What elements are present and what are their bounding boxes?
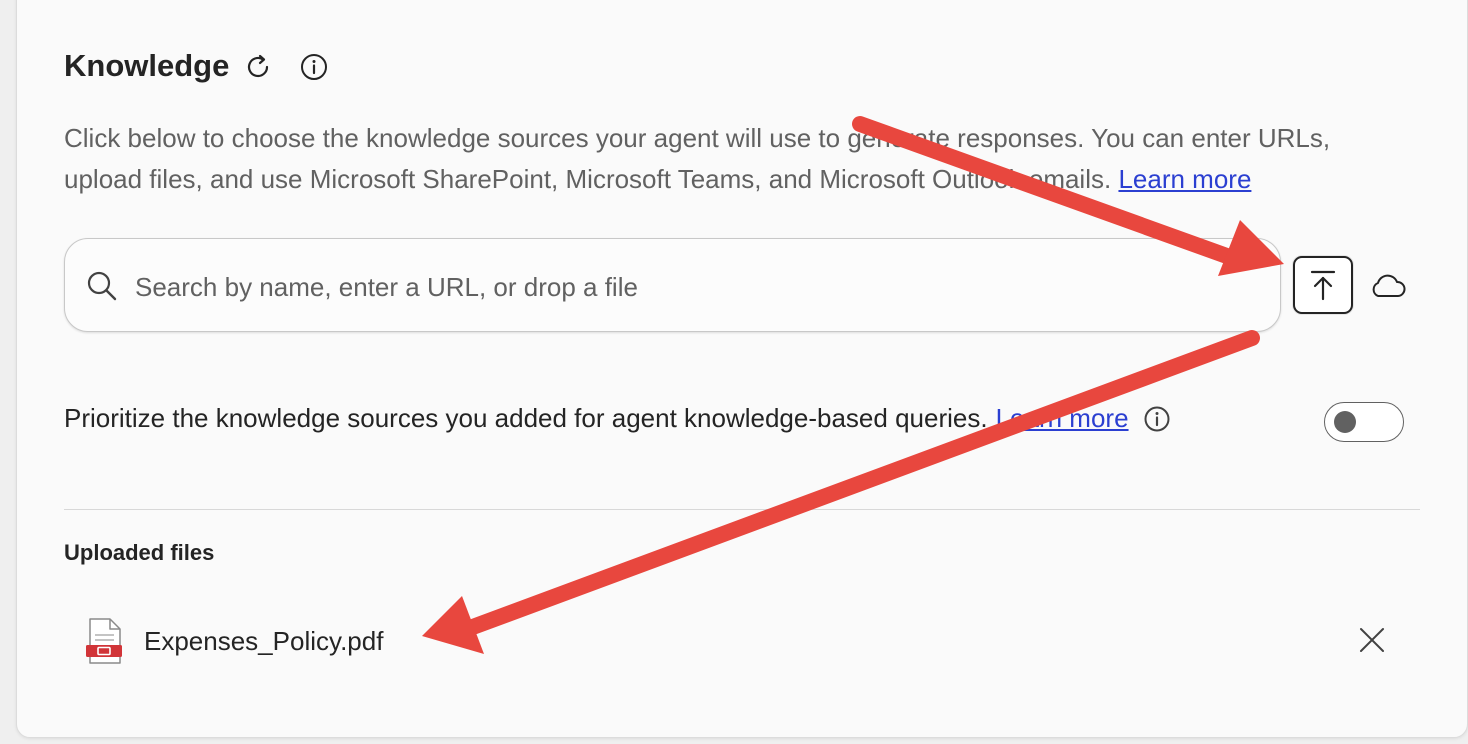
page-title: Knowledge bbox=[64, 48, 230, 83]
search-icon bbox=[87, 271, 117, 301]
search-input[interactable] bbox=[133, 259, 1257, 315]
cloud-icon[interactable] bbox=[1368, 268, 1408, 304]
upload-icon bbox=[1310, 270, 1336, 301]
prioritize-learn-more-link[interactable]: Learn more bbox=[996, 403, 1129, 434]
prioritize-text: Prioritize the knowledge sources you add… bbox=[64, 403, 988, 433]
pdf-file-icon bbox=[86, 618, 122, 664]
close-icon bbox=[1360, 628, 1384, 652]
toggle-knob bbox=[1334, 411, 1356, 433]
section-divider bbox=[64, 509, 1420, 510]
info-icon[interactable] bbox=[298, 51, 330, 83]
file-name: Expenses_Policy.pdf bbox=[144, 626, 384, 656]
remove-file-button[interactable] bbox=[1356, 624, 1388, 656]
prioritize-info-icon[interactable] bbox=[1143, 405, 1171, 433]
knowledge-description: Click below to choose the knowledge sour… bbox=[64, 118, 1414, 200]
learn-more-link[interactable]: Learn more bbox=[1118, 164, 1251, 194]
upload-file-button[interactable] bbox=[1293, 256, 1353, 314]
knowledge-search-box[interactable] bbox=[64, 238, 1281, 332]
prioritize-toggle[interactable] bbox=[1324, 402, 1404, 442]
uploaded-files-heading: Uploaded files bbox=[64, 540, 215, 565]
prioritize-row: Prioritize the knowledge sources you add… bbox=[64, 403, 1171, 434]
refresh-icon[interactable] bbox=[242, 51, 274, 83]
list-item: Expenses_Policy.pdf bbox=[80, 612, 1420, 672]
